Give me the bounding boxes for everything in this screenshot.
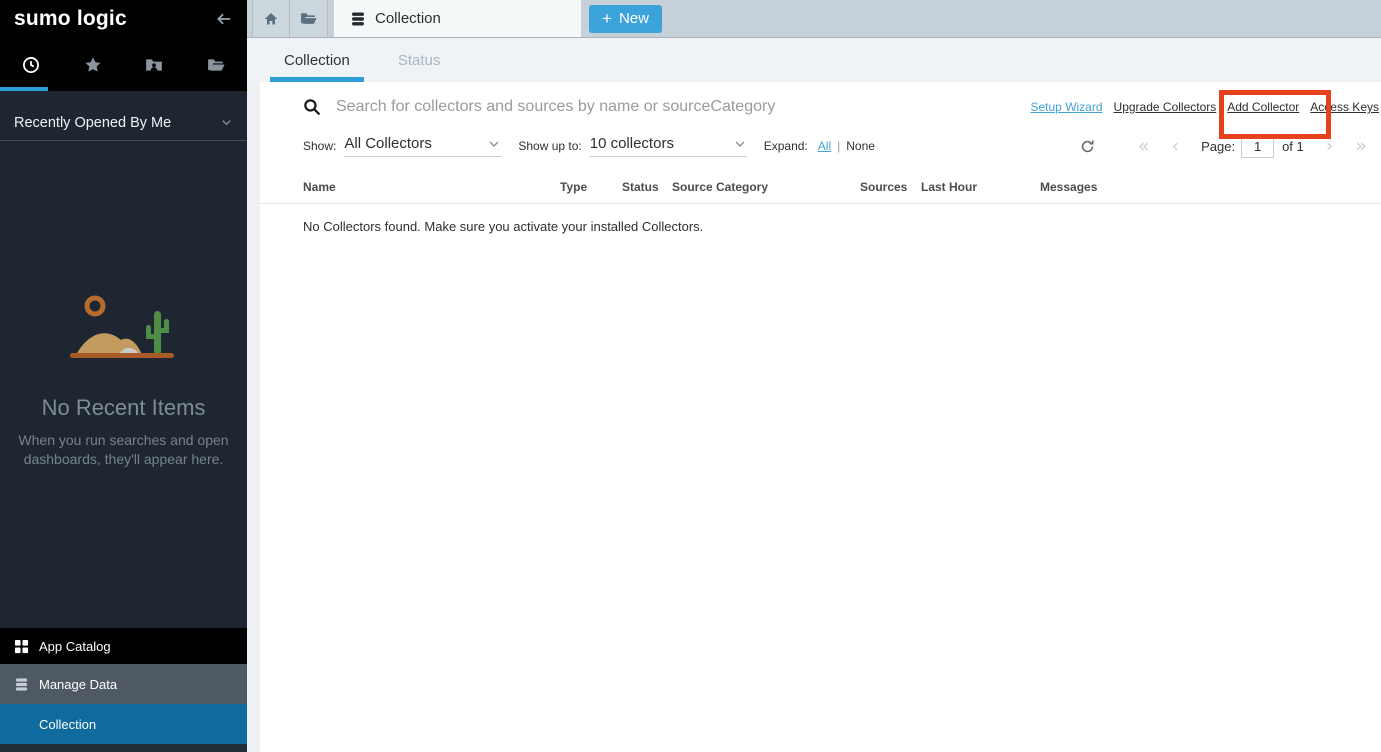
show-collectors-value: All Collectors <box>344 135 432 152</box>
sidebar-item-app-catalog[interactable]: App Catalog <box>0 628 247 664</box>
manage-data-label: Manage Data <box>39 677 117 692</box>
grid-icon <box>14 639 30 654</box>
show-up-to-dropdown[interactable]: 10 collectors <box>590 135 747 157</box>
sidebar: sumo logic <box>0 0 247 752</box>
filter-row: Show: All Collectors Show up to: 10 coll… <box>260 128 1381 170</box>
search-input[interactable] <box>336 98 896 116</box>
column-last-hour: Last Hour <box>921 180 1040 194</box>
column-name: Name <box>303 180 560 194</box>
folder-user-icon <box>145 56 163 74</box>
pagination: « ‹ Page: of 1 › » <box>1080 134 1367 158</box>
plus-icon: + <box>602 10 612 27</box>
sidebar-empty-state: No Recent Items When you run searches an… <box>0 141 247 628</box>
page-of-label: of 1 <box>1282 139 1304 154</box>
show-label: Show: <box>303 139 336 153</box>
database-icon <box>350 11 366 27</box>
page-label: Page: <box>1201 139 1235 154</box>
column-status: Status <box>622 180 672 194</box>
main-area: Collection + New Collection Status <box>247 0 1381 752</box>
app-window: sumo logic <box>0 0 1381 752</box>
sidebar-nav-icons <box>0 38 247 91</box>
sumo-logic-logo: sumo logic <box>14 7 127 31</box>
expand-separator: | <box>837 139 840 153</box>
collection-window-tab[interactable]: Collection <box>334 0 581 37</box>
sidebar-bottom-strip <box>0 744 247 752</box>
search-icon <box>303 98 321 116</box>
subnav: Collection Status <box>247 38 1381 82</box>
sidebar-header: sumo logic <box>0 0 247 38</box>
show-collectors-dropdown[interactable]: All Collectors <box>344 135 501 157</box>
library-button[interactable] <box>290 0 328 37</box>
add-collector-link[interactable]: Add Collector <box>1227 100 1299 114</box>
column-source-category: Source Category <box>672 180 860 194</box>
tab-collection[interactable]: Collection <box>270 38 364 82</box>
show-up-to-label: Show up to: <box>518 139 581 153</box>
folder-icon <box>300 10 317 27</box>
database-icon <box>14 677 30 692</box>
clock-icon <box>22 56 40 74</box>
home-icon <box>263 11 279 27</box>
collectors-table-header: Name Type Status Source Category Sources… <box>260 170 1381 204</box>
next-page-icon[interactable]: › <box>1326 137 1334 156</box>
toolbar-links: Setup Wizard Upgrade Collectors Add Coll… <box>1031 100 1381 114</box>
new-button-label: New <box>619 10 649 27</box>
collapse-sidebar-icon[interactable] <box>215 10 233 28</box>
tab-status[interactable]: Status <box>384 38 455 82</box>
sidebar-bottom-menu: App Catalog Manage Data Collection <box>0 628 247 752</box>
sidebar-item-collection[interactable]: Collection <box>0 704 247 744</box>
nav-shared-content-tab[interactable] <box>124 38 186 91</box>
recently-opened-label: Recently Opened By Me <box>14 115 171 131</box>
collection-label: Collection <box>39 717 96 732</box>
chevron-down-icon <box>487 137 501 151</box>
page-number-input[interactable] <box>1241 134 1274 158</box>
top-tab-strip: Collection + New <box>247 0 1381 38</box>
first-page-icon[interactable]: « <box>1138 137 1150 156</box>
upgrade-collectors-link[interactable]: Upgrade Collectors <box>1114 100 1217 114</box>
expand-label: Expand: <box>764 139 808 153</box>
chevron-down-icon <box>733 137 747 151</box>
column-messages: Messages <box>1040 180 1381 194</box>
refresh-icon[interactable] <box>1080 139 1095 154</box>
access-keys-link[interactable]: Access Keys <box>1310 100 1379 114</box>
column-sources: Sources <box>860 180 921 194</box>
search-row: Setup Wizard Upgrade Collectors Add Coll… <box>260 82 1381 128</box>
recently-opened-dropdown[interactable]: Recently Opened By Me <box>0 105 247 141</box>
setup-wizard-link[interactable]: Setup Wizard <box>1031 100 1103 114</box>
expand-all-link[interactable]: All <box>818 139 831 153</box>
star-icon <box>84 56 102 74</box>
chevron-down-icon <box>220 116 233 129</box>
column-type: Type <box>560 180 622 194</box>
collection-panel: Setup Wizard Upgrade Collectors Add Coll… <box>260 82 1381 752</box>
open-folder-icon <box>207 56 225 74</box>
nav-favorites-tab[interactable] <box>62 38 124 91</box>
no-recent-items-description: When you run searches and open dashboard… <box>18 431 230 469</box>
collection-tab-label: Collection <box>375 10 441 27</box>
tab-status-label: Status <box>398 52 441 69</box>
home-button[interactable] <box>252 0 290 37</box>
nav-library-tab[interactable] <box>185 38 247 91</box>
new-button[interactable]: + New <box>589 5 662 33</box>
nav-recents-tab[interactable] <box>0 38 62 91</box>
sidebar-item-manage-data[interactable]: Manage Data <box>0 664 247 704</box>
show-up-to-value: 10 collectors <box>590 135 674 152</box>
no-collectors-message: No Collectors found. Make sure you activ… <box>260 204 1381 234</box>
no-recent-items-title: No Recent Items <box>42 395 206 421</box>
app-catalog-label: App Catalog <box>39 639 111 654</box>
last-page-icon[interactable]: » <box>1355 137 1367 156</box>
tab-collection-label: Collection <box>284 52 350 69</box>
expand-none-link[interactable]: None <box>846 139 875 153</box>
previous-page-icon[interactable]: ‹ <box>1171 137 1179 156</box>
desert-illustration <box>68 293 180 365</box>
